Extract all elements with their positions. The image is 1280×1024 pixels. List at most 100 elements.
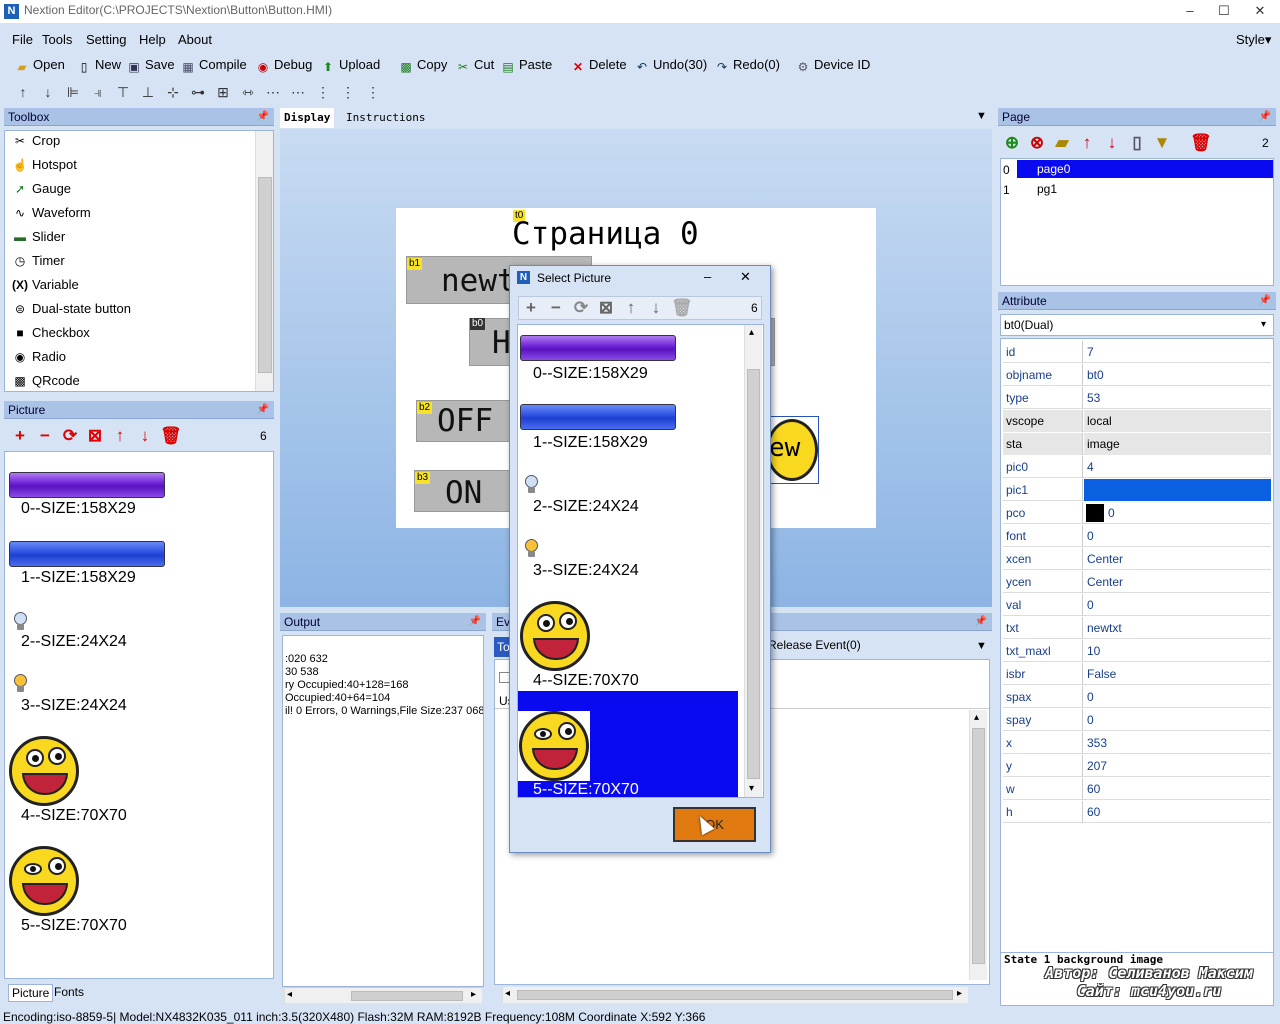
- pin-icon[interactable]: 📌: [469, 613, 481, 631]
- page-up-icon[interactable]: ↑: [1077, 132, 1097, 154]
- dialog-vscrollbar[interactable]: ▴ ▾: [744, 325, 762, 797]
- minimize-button[interactable]: –: [1172, 0, 1208, 22]
- device-id-button[interactable]: ⚙ Device ID: [795, 56, 871, 76]
- picture-1-thumb[interactable]: [9, 541, 165, 567]
- smiley-face-icon[interactable]: [520, 601, 590, 671]
- attribute-row-val[interactable]: val 0: [1003, 594, 1271, 616]
- attribute-value[interactable]: 0: [1084, 594, 1271, 616]
- tool-waveform[interactable]: ∿ Waveform: [12, 203, 91, 223]
- import-page-icon[interactable]: ▰: [1052, 132, 1072, 154]
- scroll-thumb[interactable]: [351, 991, 463, 1001]
- attribute-row-font[interactable]: font 0: [1003, 525, 1271, 547]
- smiley-face-icon[interactable]: [9, 736, 79, 806]
- attribute-row-y[interactable]: y 207: [1003, 755, 1271, 777]
- attribute-row-xcen[interactable]: xcen Center: [1003, 548, 1271, 570]
- bulb-on-icon[interactable]: [524, 539, 538, 559]
- replace-icon[interactable]: ⟳: [571, 297, 591, 319]
- attribute-row-txt_maxl[interactable]: txt_maxl 10: [1003, 640, 1271, 662]
- align-top-icon[interactable]: ⊤: [114, 83, 132, 101]
- bulb-off-icon[interactable]: [13, 612, 27, 632]
- delete-page-icon[interactable]: ⊗: [1027, 132, 1047, 154]
- bulb-on-icon[interactable]: [13, 674, 27, 694]
- insert-icon[interactable]: ⊠: [596, 297, 616, 319]
- page-heading-text[interactable]: Страница 0: [512, 216, 699, 252]
- dialog-picture-0-thumb[interactable]: [520, 335, 676, 361]
- attribute-value[interactable]: 60: [1084, 801, 1271, 823]
- display-tab[interactable]: Display: [280, 108, 335, 128]
- spacing-h2-icon[interactable]: ⋯: [289, 83, 307, 101]
- attribute-row-pco[interactable]: pco 0: [1003, 502, 1271, 524]
- attribute-row-spax[interactable]: spax 0: [1003, 686, 1271, 708]
- replace-icon[interactable]: ⟳: [60, 425, 80, 447]
- move-down-icon[interactable]: ↓: [646, 297, 666, 319]
- scroll-left-icon[interactable]: ◂: [505, 988, 510, 999]
- tool-gauge[interactable]: ➚ Gauge: [12, 179, 71, 199]
- attribute-value[interactable]: [1084, 479, 1271, 501]
- scroll-down-icon[interactable]: ▾: [749, 783, 754, 794]
- event-vscrollbar[interactable]: ▴: [969, 710, 987, 980]
- maximize-button[interactable]: ☐: [1206, 0, 1242, 22]
- bring-down-icon[interactable]: ↓: [39, 83, 57, 101]
- attribute-row-pic0[interactable]: pic0 4: [1003, 456, 1271, 478]
- winking-face-icon[interactable]: [9, 846, 79, 916]
- move-up-icon[interactable]: ↑: [621, 297, 641, 319]
- remove-icon[interactable]: −: [35, 425, 55, 447]
- page-options-icon[interactable]: ▼: [1152, 132, 1172, 154]
- close-button[interactable]: ✕: [1242, 0, 1278, 22]
- same-size-icon[interactable]: ⊞: [214, 83, 232, 101]
- ok-button[interactable]: OK: [673, 807, 756, 842]
- undo-button[interactable]: ↶ Undo(30): [634, 56, 707, 76]
- attribute-value[interactable]: 60: [1084, 778, 1271, 800]
- release-event-tab[interactable]: Release Event(0): [768, 638, 861, 652]
- trash-icon[interactable]: 🗑: [160, 425, 182, 447]
- add-page-icon[interactable]: ⊕: [1002, 132, 1022, 154]
- attribute-row-x[interactable]: x 353: [1003, 732, 1271, 754]
- attribute-row-sta[interactable]: sta image: [1003, 433, 1271, 455]
- attribute-value[interactable]: False: [1084, 663, 1271, 685]
- attribute-value[interactable]: 0: [1084, 525, 1271, 547]
- event-hscrollbar[interactable]: ◂ ▸: [502, 987, 968, 1003]
- scroll-thumb[interactable]: [258, 177, 272, 373]
- attribute-value[interactable]: image: [1084, 433, 1271, 455]
- bt0-selected-outline[interactable]: ew: [766, 416, 819, 484]
- attribute-value[interactable]: 0: [1084, 502, 1271, 524]
- pin-icon[interactable]: 📌: [1259, 292, 1271, 310]
- pin-icon[interactable]: 📌: [257, 108, 269, 126]
- scroll-thumb[interactable]: [972, 728, 985, 964]
- attribute-row-ycen[interactable]: ycen Center: [1003, 571, 1271, 593]
- debug-button[interactable]: ◉ Debug: [255, 56, 313, 76]
- spacing-v3-icon[interactable]: ⋮: [364, 83, 382, 101]
- dialog-close-button[interactable]: ✕: [740, 269, 751, 285]
- menu-about[interactable]: About: [178, 32, 212, 47]
- tool-qrcode[interactable]: ▩ QRcode: [12, 371, 79, 391]
- paste-button[interactable]: ▤ Paste: [500, 56, 552, 76]
- tool-slider[interactable]: ▬ Slider: [12, 227, 65, 247]
- attribute-row-objname[interactable]: objname bt0: [1003, 364, 1271, 386]
- open-button[interactable]: ▰ Open: [14, 56, 64, 76]
- move-up-icon[interactable]: ↑: [110, 425, 130, 447]
- tool-radio[interactable]: ◉ Radio: [12, 347, 66, 367]
- scroll-thumb[interactable]: [517, 990, 953, 1000]
- attribute-value[interactable]: Center: [1084, 548, 1271, 570]
- insert-icon[interactable]: ⊠: [85, 425, 105, 447]
- scroll-up-icon[interactable]: ▴: [974, 712, 979, 723]
- tab-dropdown-icon[interactable]: ▼: [976, 110, 987, 122]
- compile-button[interactable]: ▦ Compile: [180, 56, 246, 76]
- dialog-picture-1-thumb[interactable]: [520, 404, 676, 430]
- trash-icon[interactable]: 🗑: [671, 297, 693, 319]
- attribute-row-vscope[interactable]: vscope local: [1003, 410, 1271, 432]
- align-bottom-icon[interactable]: ⊥: [139, 83, 157, 101]
- attribute-value[interactable]: newtxt: [1084, 617, 1271, 639]
- remove-icon[interactable]: −: [546, 297, 566, 319]
- attribute-value[interactable]: 353: [1084, 732, 1271, 754]
- menu-tools[interactable]: Tools: [42, 32, 72, 47]
- output-hscrollbar[interactable]: ◂ ▸: [284, 987, 482, 1003]
- attribute-value[interactable]: Center: [1084, 571, 1271, 593]
- copy-button[interactable]: ▩ Copy: [398, 56, 447, 76]
- upload-button[interactable]: ⬆ Upload: [320, 56, 380, 76]
- center-h-icon[interactable]: ⊹: [164, 83, 182, 101]
- align-right-icon[interactable]: ⫣: [89, 83, 107, 101]
- dialog-minimize-button[interactable]: –: [704, 269, 711, 284]
- attribute-value[interactable]: 7: [1084, 341, 1271, 363]
- pin-icon[interactable]: 📌: [975, 613, 987, 631]
